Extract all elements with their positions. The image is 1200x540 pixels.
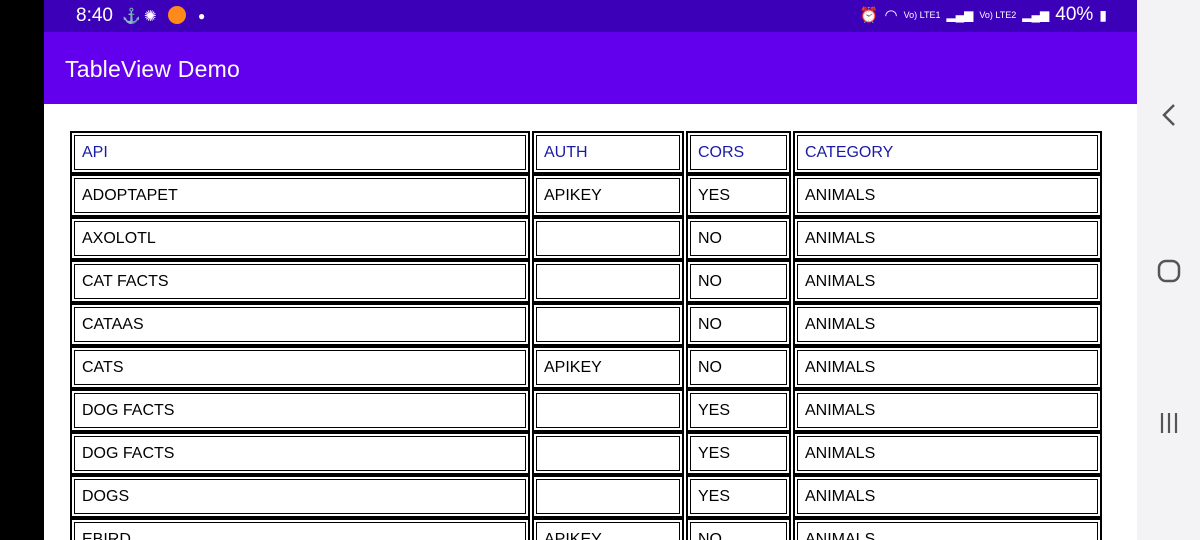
status-right: ⏰ ◠ Vo) LTE1 ▂▄▆ Vo) LTE2 ▂▄▆ 40% ▮ bbox=[860, 4, 1107, 26]
table-row[interactable]: CAT FACTS NO ANIMALS bbox=[70, 260, 1104, 303]
cell-category: ANIMALS bbox=[793, 346, 1102, 389]
signal-1-icon: ▂▄▆ bbox=[946, 8, 974, 22]
wifi-icon: ◠ bbox=[884, 7, 898, 24]
header-cors[interactable]: CORS bbox=[686, 131, 791, 174]
cell-cors: YES bbox=[686, 174, 791, 217]
home-button[interactable] bbox=[1137, 258, 1200, 289]
table-header-row: API AUTH CORS CATEGORY bbox=[70, 131, 1104, 174]
table-row[interactable]: ADOPTAPET APIKEY YES ANIMALS bbox=[70, 174, 1104, 217]
app-bar: TableView Demo bbox=[44, 32, 1137, 104]
cell-api: CATAAS bbox=[70, 303, 530, 346]
table-row[interactable]: EBIRD APIKEY NO ANIMALS bbox=[70, 518, 1104, 540]
cell-api: DOG FACTS bbox=[70, 432, 530, 475]
chevron-left-icon bbox=[1161, 104, 1175, 126]
header-auth[interactable]: AUTH bbox=[532, 131, 684, 174]
usb-icon: ⚓ bbox=[122, 8, 141, 25]
status-time: 8:40 bbox=[76, 5, 113, 26]
battery-icon: ▮ bbox=[1099, 6, 1107, 23]
cell-category: ANIMALS bbox=[793, 475, 1102, 518]
cell-cors: NO bbox=[686, 260, 791, 303]
back-button[interactable] bbox=[1137, 100, 1200, 135]
cell-category: ANIMALS bbox=[793, 260, 1102, 303]
recents-button[interactable] bbox=[1137, 410, 1200, 441]
screen-edge bbox=[0, 0, 44, 540]
table-view[interactable]: API AUTH CORS CATEGORY ADOPTAPET APIKEY YE… bbox=[70, 131, 1104, 540]
table-row[interactable]: CATAAS NO ANIMALS bbox=[70, 303, 1104, 346]
cell-category: ANIMALS bbox=[793, 303, 1102, 346]
cell-category: ANIMALS bbox=[793, 174, 1102, 217]
cell-auth bbox=[532, 260, 684, 303]
cell-category: ANIMALS bbox=[793, 217, 1102, 260]
table-row[interactable]: DOG FACTS YES ANIMALS bbox=[70, 389, 1104, 432]
table-row[interactable]: CATS APIKEY NO ANIMALS bbox=[70, 346, 1104, 389]
cell-cors: NO bbox=[686, 217, 791, 260]
cell-auth bbox=[532, 217, 684, 260]
cell-api: EBIRD bbox=[70, 518, 530, 540]
cell-cors: YES bbox=[686, 475, 791, 518]
navigation-bar bbox=[1137, 0, 1200, 540]
cell-category: ANIMALS bbox=[793, 432, 1102, 475]
app-title: TableView Demo bbox=[65, 56, 240, 82]
cell-auth bbox=[532, 389, 684, 432]
table-row[interactable]: AXOLOTL NO ANIMALS bbox=[70, 217, 1104, 260]
cell-api: DOGS bbox=[70, 475, 530, 518]
header-category[interactable]: CATEGORY bbox=[793, 131, 1102, 174]
header-api[interactable]: API bbox=[70, 131, 530, 174]
app-notification-icon bbox=[168, 6, 186, 24]
battery-level: 40% bbox=[1055, 4, 1094, 25]
cell-auth bbox=[532, 303, 684, 346]
table-row[interactable]: DOGS YES ANIMALS bbox=[70, 475, 1104, 518]
home-icon bbox=[1157, 259, 1180, 283]
cell-category: ANIMALS bbox=[793, 389, 1102, 432]
alarm-icon: ⏰ bbox=[859, 7, 879, 24]
cell-api: ADOPTAPET bbox=[70, 174, 530, 217]
cell-auth: APIKEY bbox=[532, 174, 684, 217]
cell-category: ANIMALS bbox=[793, 518, 1102, 540]
cell-cors: YES bbox=[686, 432, 791, 475]
cell-api: AXOLOTL bbox=[70, 217, 530, 260]
cell-cors: NO bbox=[686, 303, 791, 346]
network-1: Vo) LTE1 bbox=[903, 9, 941, 20]
sync-icon: ✺ bbox=[144, 8, 157, 25]
cell-api: DOG FACTS bbox=[70, 389, 530, 432]
cell-auth: APIKEY bbox=[532, 518, 684, 540]
network-2: Vo) LTE2 bbox=[979, 9, 1017, 20]
cell-cors: NO bbox=[686, 518, 791, 540]
cell-api: CATS bbox=[70, 346, 530, 389]
cell-cors: NO bbox=[686, 346, 791, 389]
table-row[interactable]: DOG FACTS YES ANIMALS bbox=[70, 432, 1104, 475]
cell-auth bbox=[532, 475, 684, 518]
cell-auth: APIKEY bbox=[532, 346, 684, 389]
cell-api: CAT FACTS bbox=[70, 260, 530, 303]
status-bar: 8:40 ⚓ ✺ ● ⏰ ◠ Vo) LTE1 ▂▄▆ Vo) LTE2 ▂▄▆… bbox=[44, 0, 1137, 32]
more-notifications-icon: ● bbox=[198, 9, 206, 23]
cell-auth bbox=[532, 432, 684, 475]
recents-icon bbox=[1160, 413, 1177, 433]
cell-cors: YES bbox=[686, 389, 791, 432]
signal-2-icon: ▂▄▆ bbox=[1022, 8, 1050, 22]
app-screen: 8:40 ⚓ ✺ ● ⏰ ◠ Vo) LTE1 ▂▄▆ Vo) LTE2 ▂▄▆… bbox=[44, 0, 1137, 540]
